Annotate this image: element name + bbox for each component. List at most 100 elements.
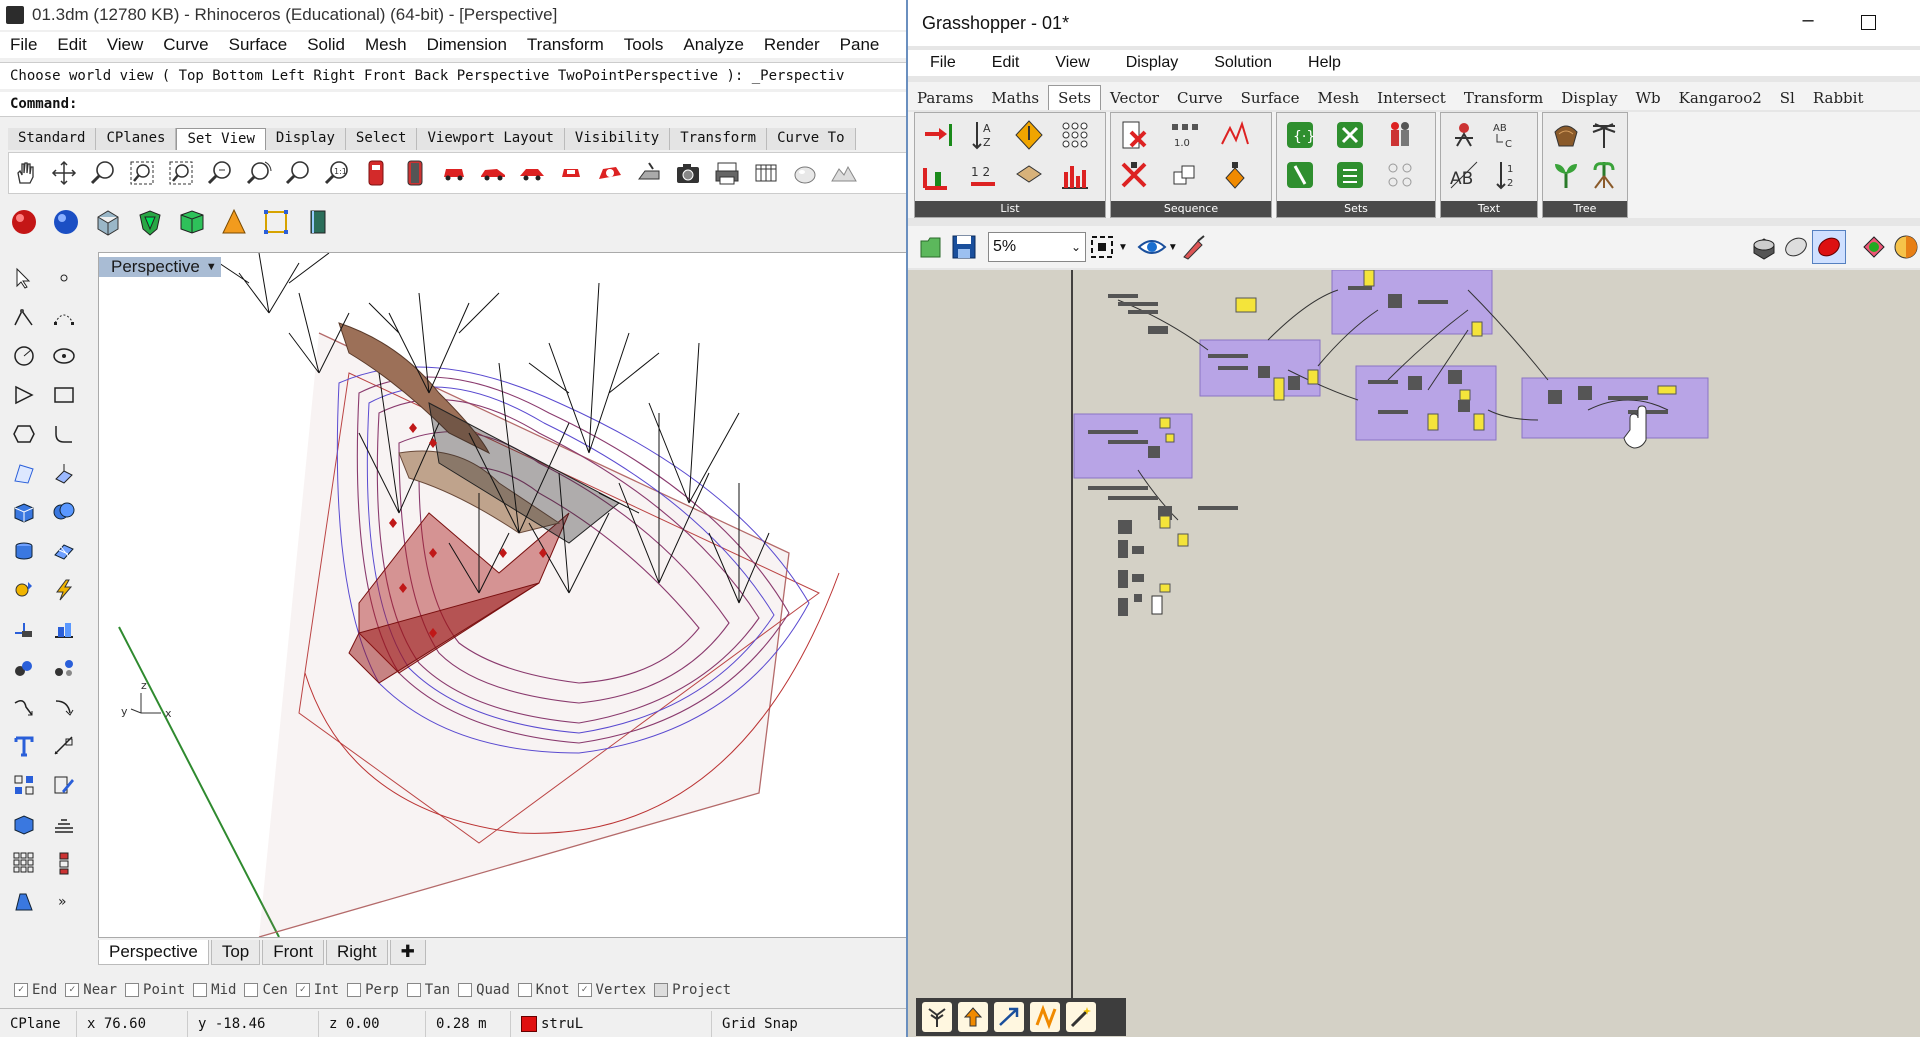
tab-visibility[interactable]: Visibility	[564, 128, 671, 150]
more-tools-icon[interactable]: »	[44, 882, 84, 921]
fillet-curve-icon[interactable]	[44, 414, 84, 453]
tree-palm-icon[interactable]	[1587, 118, 1621, 154]
book-icon[interactable]	[302, 206, 334, 238]
select-arrow-icon[interactable]	[4, 258, 44, 297]
add-viewport-icon[interactable]: ✚	[389, 939, 426, 965]
tab-vector[interactable]: Vector	[1101, 86, 1168, 110]
menu-render[interactable]: Render	[754, 35, 830, 55]
status-layer[interactable]: struL	[511, 1010, 712, 1037]
zoom-icon[interactable]	[87, 157, 119, 189]
osnap-near[interactable]: ✓ Near	[65, 982, 117, 998]
maximize-button[interactable]	[1854, 8, 1882, 36]
shaded-preview-icon[interactable]	[1812, 230, 1846, 264]
tab-display[interactable]: Display	[1552, 86, 1626, 110]
menu-transform[interactable]: Transform	[517, 35, 614, 55]
tab-right[interactable]: Right	[325, 939, 388, 965]
zoom-dynamic-icon[interactable]	[243, 157, 275, 189]
bake-icon[interactable]	[958, 1002, 988, 1032]
tab-params[interactable]: Params	[908, 86, 982, 110]
car-top-icon[interactable]	[555, 157, 587, 189]
grid-blocks-icon[interactable]	[4, 765, 44, 804]
osnap-quad[interactable]: Quad	[458, 982, 510, 998]
status-grid-snap[interactable]: Grid Snap	[712, 1011, 808, 1037]
group-icon[interactable]	[4, 648, 44, 687]
polyline-icon[interactable]	[4, 297, 44, 336]
lightning-icon[interactable]	[44, 570, 84, 609]
curve-arrow-icon[interactable]	[44, 687, 84, 726]
set-line-icon[interactable]	[1283, 158, 1329, 194]
series-icon[interactable]: 1.0	[1168, 118, 1215, 154]
save-icon[interactable]	[948, 231, 980, 263]
tab-top[interactable]: Top	[210, 939, 261, 965]
car-rotate-icon[interactable]	[594, 157, 626, 189]
bar-list-icon[interactable]	[1058, 158, 1100, 194]
zoom-out-icon[interactable]	[282, 157, 314, 189]
graph-mapper-icon[interactable]	[1218, 118, 1265, 154]
render-red-sphere-icon[interactable]	[8, 206, 40, 238]
move-gumball-icon[interactable]	[4, 609, 44, 648]
gear-star-icon[interactable]	[4, 570, 44, 609]
boolean-union-icon[interactable]	[44, 492, 84, 531]
zoom-extents-icon[interactable]	[165, 157, 197, 189]
cull-index-icon[interactable]	[1117, 118, 1164, 154]
dimension-icon[interactable]	[44, 726, 84, 765]
shift-list-icon[interactable]	[921, 158, 963, 194]
menu-edit[interactable]: Edit	[47, 35, 96, 55]
tab-transform[interactable]: Transform	[1455, 86, 1552, 110]
mountain-icon[interactable]	[828, 157, 860, 189]
surface-corner-icon[interactable]	[4, 453, 44, 492]
arrow-icon[interactable]	[994, 1002, 1024, 1032]
set-union-icon[interactable]: {·}	[1283, 118, 1329, 154]
dropdown-arrow-icon[interactable]: ▼	[1118, 242, 1128, 253]
tab-select[interactable]: Select	[345, 128, 418, 150]
cull-pattern-icon[interactable]	[1117, 158, 1164, 194]
tab-cplanes[interactable]: CPlanes	[96, 128, 177, 150]
text-ab-icon[interactable]: AB	[1447, 158, 1487, 194]
tab-sl[interactable]: Sl	[1771, 86, 1804, 110]
set-difference-icon[interactable]	[1333, 158, 1379, 194]
null-item-icon[interactable]	[1012, 158, 1054, 194]
status-cplane[interactable]: CPlane	[0, 1010, 77, 1037]
osnap-end[interactable]: ✓ End	[14, 982, 57, 998]
tab-mesh[interactable]: Mesh	[1309, 86, 1369, 110]
car-back-icon[interactable]	[516, 157, 548, 189]
window-cube-icon[interactable]	[4, 804, 44, 843]
save-view-icon[interactable]	[750, 157, 782, 189]
text-concat-icon[interactable]: AB C	[1491, 118, 1531, 154]
menu-dimension[interactable]: Dimension	[417, 35, 517, 55]
tab-display[interactable]: Display	[265, 128, 346, 150]
checkbox[interactable]	[244, 983, 259, 997]
gh-menu-help[interactable]: Help	[1286, 54, 1355, 72]
minimize-button[interactable]: –	[1794, 8, 1822, 36]
tab-front[interactable]: Front	[262, 939, 324, 965]
preview-mode-icon[interactable]	[1748, 231, 1780, 263]
text-sort-icon[interactable]: 12	[1491, 158, 1531, 194]
list-sort-icon[interactable]: AZ	[967, 118, 1009, 154]
zoom-window-icon[interactable]	[126, 157, 158, 189]
random-icon[interactable]	[1218, 158, 1265, 194]
graph-network-icon[interactable]	[1058, 118, 1100, 154]
gh-menu-edit[interactable]: Edit	[970, 54, 1034, 72]
osnap-int[interactable]: ✓ Int	[295, 982, 339, 998]
extrude-icon[interactable]	[44, 453, 84, 492]
tree-stump-icon[interactable]	[1549, 118, 1583, 154]
ungroup-icon[interactable]	[44, 648, 84, 687]
array-icon[interactable]	[4, 843, 44, 882]
perspective-viewport[interactable]: z x y Perspective ▼	[98, 252, 906, 938]
tab-perspective[interactable]: Perspective	[98, 939, 209, 965]
preview-eye-icon[interactable]	[1136, 231, 1168, 263]
checkbox[interactable]	[458, 983, 473, 997]
color-picker-icon[interactable]	[1890, 231, 1920, 263]
tab-wb[interactable]: Wb	[1627, 86, 1670, 110]
tab-kangaroo2[interactable]: Kangaroo2	[1670, 86, 1771, 110]
green-shield-icon[interactable]	[134, 206, 166, 238]
set-grid-icon[interactable]	[1383, 158, 1429, 194]
tab-viewport-layout[interactable]: Viewport Layout	[417, 128, 565, 150]
tree-icon[interactable]	[922, 1002, 952, 1032]
osnap-knot[interactable]: Knot	[517, 982, 570, 998]
osnap-point[interactable]: Point	[125, 982, 185, 998]
camera-icon[interactable]	[672, 157, 704, 189]
arc-icon[interactable]	[4, 375, 44, 414]
osnap-tan[interactable]: Tan	[406, 982, 450, 998]
pan-icon[interactable]	[9, 157, 41, 189]
